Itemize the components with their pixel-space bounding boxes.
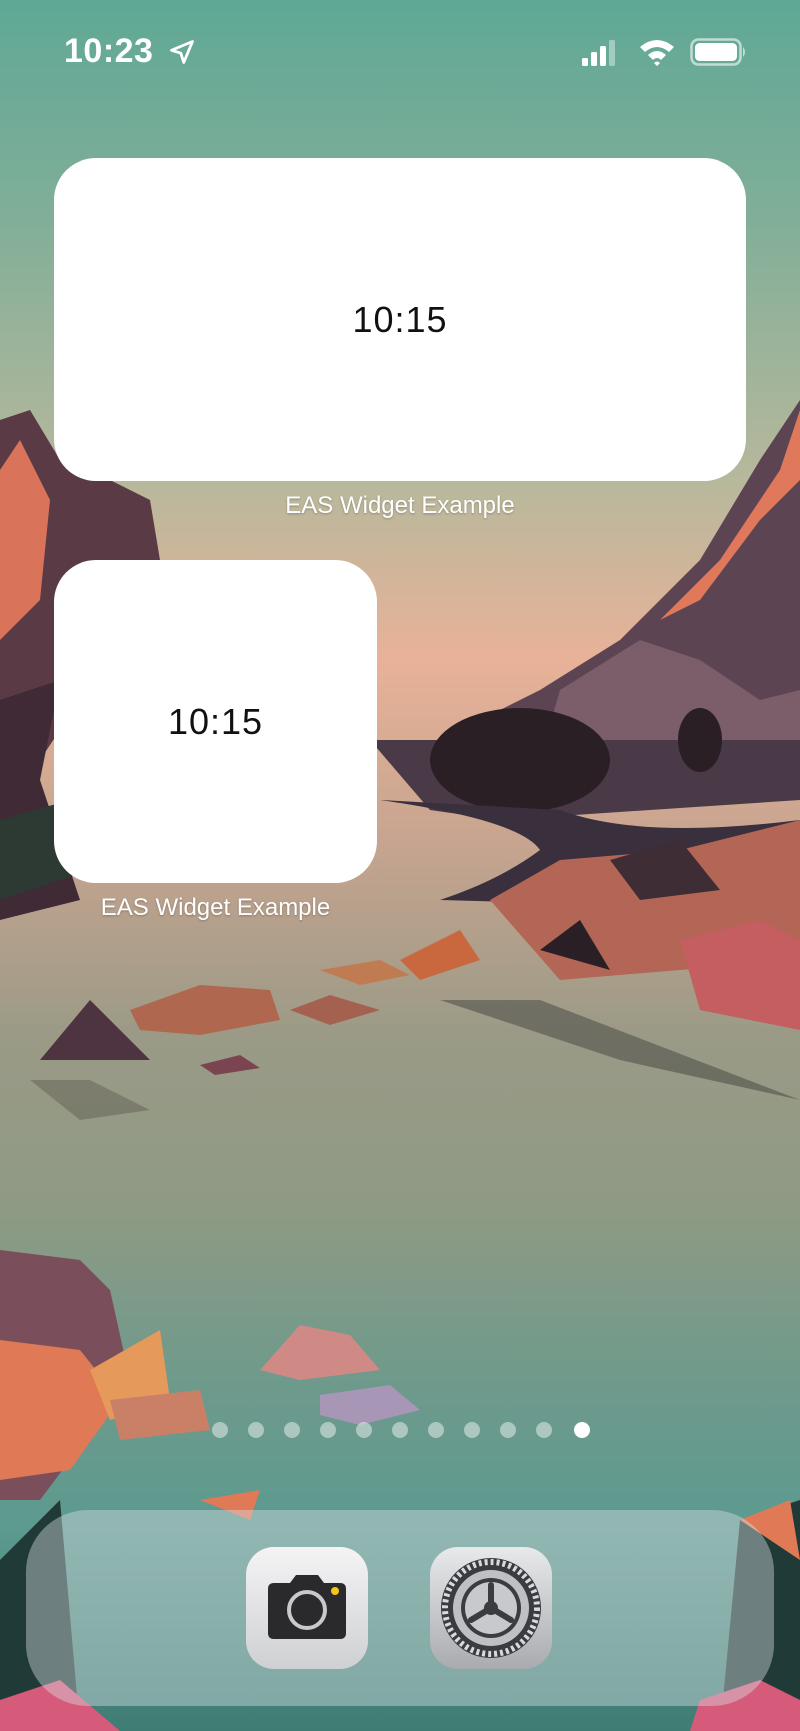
eas-widget-small[interactable]: 10:15 [54, 560, 377, 883]
page-dot[interactable] [212, 1422, 228, 1438]
widget-label: EAS Widget Example [100, 894, 331, 921]
page-indicator[interactable] [0, 1422, 800, 1442]
wifi-icon [640, 40, 674, 66]
status-bar: 10:23 [0, 0, 800, 110]
camera-app-button[interactable] [246, 1547, 368, 1669]
home-screen: 10:23 10:15 EAS Widget Example 10:15 EAS… [0, 0, 800, 1731]
page-dot[interactable] [356, 1422, 372, 1438]
page-dot[interactable] [464, 1422, 480, 1438]
cellular-signal-icon [582, 40, 615, 66]
page-dot[interactable] [500, 1422, 516, 1438]
page-dot[interactable] [284, 1422, 300, 1438]
widget-time: 10:15 [352, 298, 448, 340]
page-dot[interactable] [248, 1422, 264, 1438]
battery-icon [690, 38, 745, 66]
dock [26, 1510, 774, 1706]
page-dot[interactable] [536, 1422, 552, 1438]
location-arrow-icon [170, 40, 194, 64]
eas-widget-medium[interactable]: 10:15 [54, 158, 746, 481]
page-dot-active[interactable] [574, 1422, 590, 1438]
status-time: 10:23 [64, 32, 154, 70]
settings-gear-icon [441, 1558, 541, 1658]
camera-icon [268, 1575, 346, 1639]
page-dot[interactable] [320, 1422, 336, 1438]
widget-time: 10:15 [167, 700, 264, 742]
page-dot[interactable] [428, 1422, 444, 1438]
settings-app-button[interactable] [430, 1547, 552, 1669]
widget-label: EAS Widget Example [285, 492, 515, 519]
page-dot[interactable] [392, 1422, 408, 1438]
